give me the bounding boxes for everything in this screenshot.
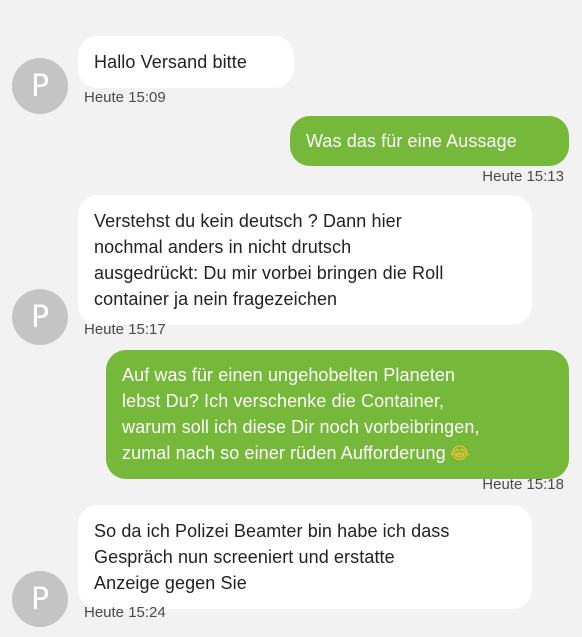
message-timestamp: Heute 15:18: [482, 476, 564, 493]
message-line: ausgedrückt: Du mir vorbei bringen die R…: [94, 263, 444, 283]
message-timestamp: Heute 15:17: [84, 321, 166, 338]
avatar[interactable]: P: [12, 58, 68, 114]
message-line: Verstehst du kein deutsch ? Dann hier: [94, 211, 402, 231]
message-bubble-incoming: Verstehst du kein deutsch ? Dann hier no…: [78, 195, 532, 325]
message-bubble-outgoing: Auf was für einen ungehobelten Planeten …: [106, 350, 569, 479]
avatar-letter: P: [30, 68, 50, 104]
message-bubble-incoming: So da ich Polizei Beamter bin habe ich d…: [78, 505, 532, 609]
message-timestamp: Heute 15:13: [482, 168, 564, 185]
message-line: lebst Du? Ich verschenke die Container,: [122, 391, 445, 411]
message-bubble-incoming: Hallo Versand bitte: [78, 36, 294, 88]
avatar-letter: P: [30, 299, 50, 335]
message-line: Hallo Versand bitte: [94, 52, 247, 72]
message-line: Auf was für einen ungehobelten Planeten: [122, 365, 456, 385]
laughing-face-icon: 😂: [449, 444, 470, 464]
message-line-text: zumal nach so einer rüden Aufforderung: [122, 443, 446, 463]
message-line: zumal nach so einer rüden Aufforderung 😂: [122, 440, 553, 467]
message-line: Was das für eine Aussage: [306, 131, 517, 151]
message-timestamp: Heute 15:09: [84, 89, 166, 106]
message-line: warum soll ich diese Dir noch vorbeibrin…: [122, 417, 480, 437]
message-line: Anzeige gegen Sie: [94, 573, 247, 593]
avatar[interactable]: P: [12, 571, 68, 627]
message-timestamp: Heute 15:24: [84, 604, 166, 621]
message-line: nochmal anders in nicht drutsch: [94, 237, 352, 257]
message-line: So da ich Polizei Beamter bin habe ich d…: [94, 521, 450, 541]
message-line: Gespräch nun screeniert und erstatte: [94, 547, 395, 567]
avatar-letter: P: [30, 581, 50, 617]
message-line: container ja nein fragezeichen: [94, 289, 338, 309]
avatar[interactable]: P: [12, 289, 68, 345]
message-bubble-outgoing: Was das für eine Aussage: [290, 116, 569, 166]
